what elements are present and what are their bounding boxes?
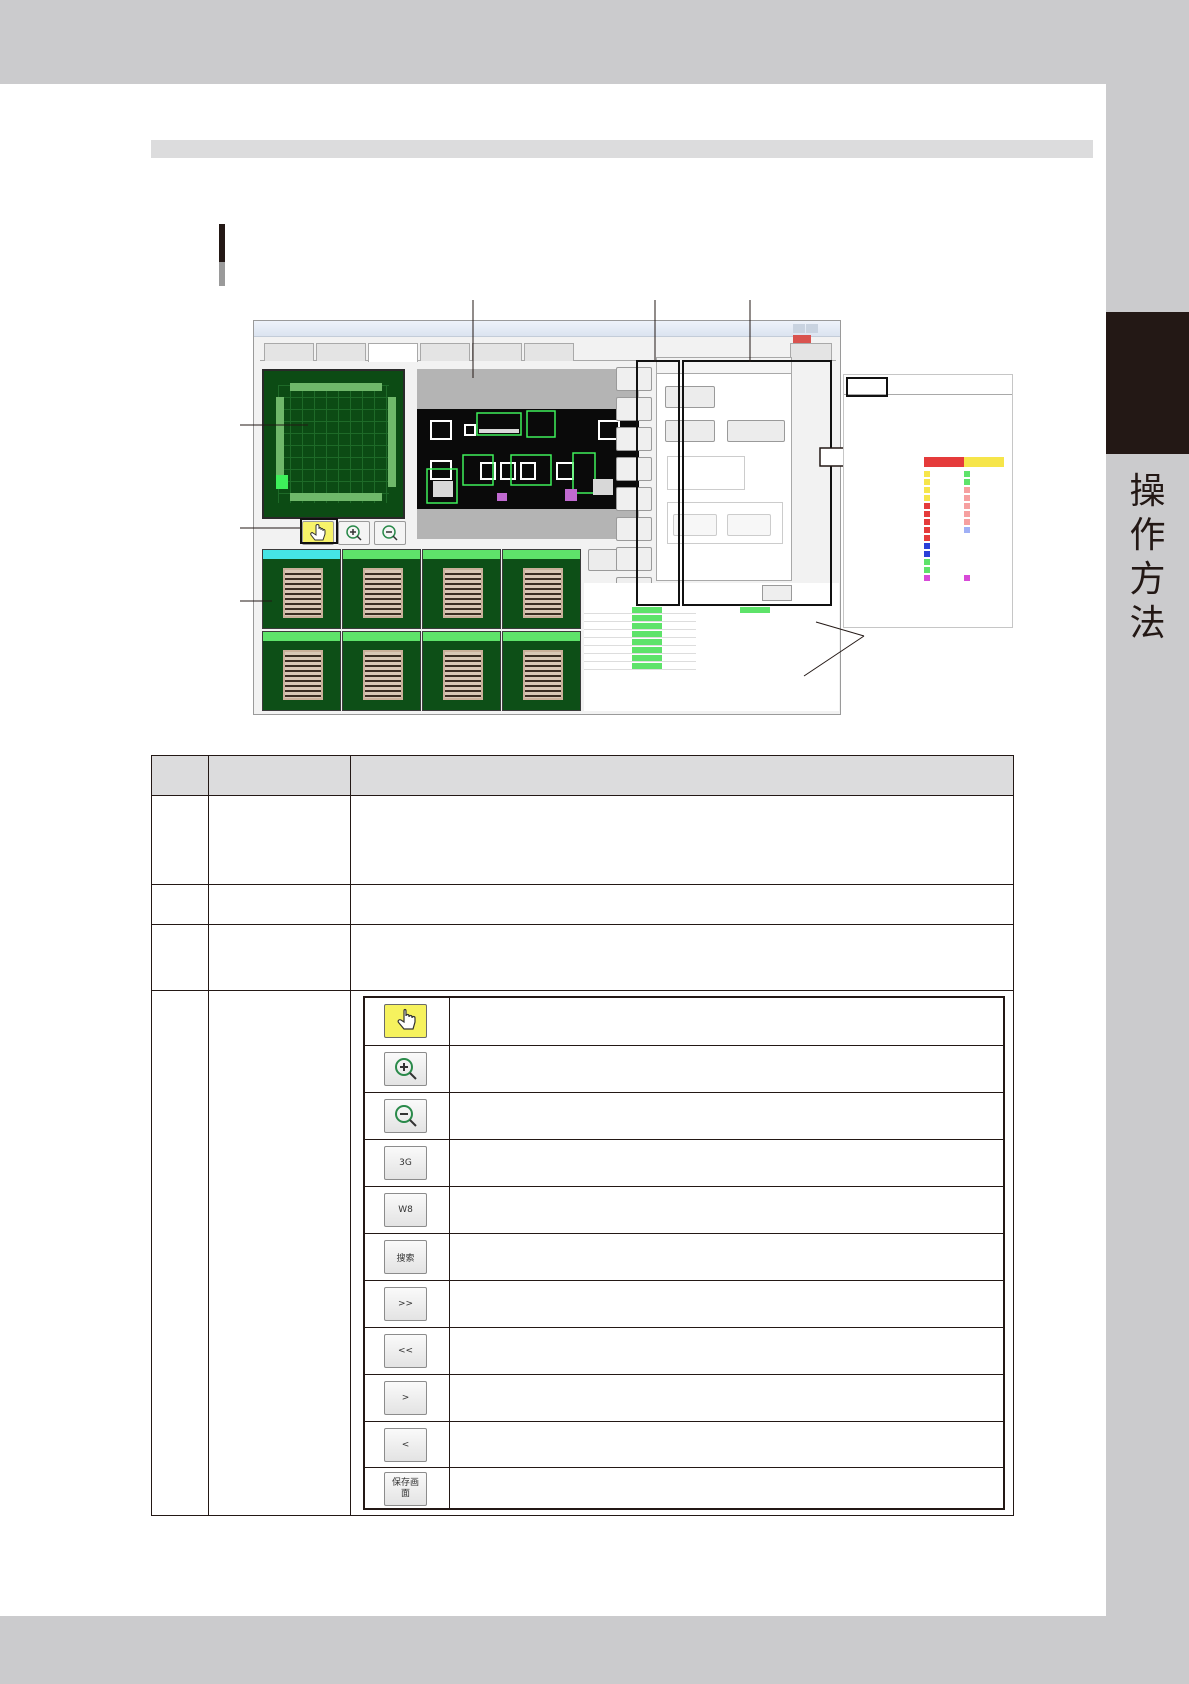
zoom-out-button: [384, 1099, 427, 1133]
defect-thumbnail[interactable]: [342, 549, 421, 629]
result-summary-screenshot: [843, 374, 1013, 628]
chapter-title-char: 法: [1129, 603, 1166, 644]
section-title-bar: [151, 140, 1093, 158]
button-column-highlight: [636, 360, 680, 606]
first-page-button: <<: [384, 1334, 427, 1368]
last-page-button: >>: [384, 1287, 427, 1321]
zoom-out-icon: [382, 525, 398, 541]
result-tab-highlight: [846, 377, 888, 397]
table-header-row: [152, 756, 1013, 796]
defect-thumbnail[interactable]: [422, 549, 501, 629]
pointer-button: [384, 1004, 427, 1038]
search-button: 搜索: [384, 1240, 427, 1274]
chapter-title: 操 作 方 法: [1106, 470, 1189, 646]
defect-thumbnail[interactable]: [502, 631, 581, 711]
list-item: W8: [365, 1187, 1003, 1234]
window-controls: [792, 324, 836, 344]
panel-highlight: [682, 360, 832, 606]
screen-tab: [420, 343, 470, 361]
list-item: 3G: [365, 1140, 1003, 1187]
zoom-in-tool-button[interactable]: [338, 521, 370, 545]
chapter-index-tab: [1106, 312, 1189, 454]
screen-tab: [264, 343, 314, 361]
maximize-icon: [806, 324, 818, 333]
screen-tab: [472, 343, 522, 361]
zoom-out-icon: [394, 1105, 417, 1127]
list-item: >>: [365, 1281, 1003, 1328]
zoom-in-icon: [394, 1058, 417, 1080]
defect-thumbnail[interactable]: [502, 549, 581, 629]
heading-marker: [219, 224, 225, 286]
chapter-title-char: 作: [1129, 515, 1166, 556]
defect-thumbnail[interactable]: [342, 631, 421, 711]
screen-tab: [316, 343, 366, 361]
screen-button[interactable]: [588, 549, 618, 571]
component-detail-image: [417, 369, 639, 539]
chapter-title-char: 方: [1129, 559, 1166, 600]
list-item: <: [365, 1422, 1003, 1468]
3g-button: 3G: [384, 1146, 427, 1180]
page-footer-band: [0, 1616, 1189, 1684]
screen-tab: [524, 343, 574, 361]
previous-page-button: <: [384, 1428, 427, 1462]
screen-tab: [368, 343, 418, 362]
save-screen-button: 保存画面: [384, 1472, 427, 1506]
page-header-band: [0, 0, 1189, 84]
chapter-title-char: 操: [1129, 471, 1166, 512]
pointer-tool-highlight: [300, 518, 338, 544]
board-overview-image: [262, 369, 405, 519]
list-item: [365, 1046, 1003, 1093]
zoom-in-icon: [346, 525, 362, 541]
defect-thumbnail[interactable]: [262, 631, 341, 711]
list-item: 保存画面: [365, 1468, 1003, 1508]
list-item: >: [365, 1375, 1003, 1422]
list-item: 搜索: [365, 1234, 1003, 1281]
button-reference-list: 3G W8 搜索 >> << > < 保存画面: [363, 996, 1005, 1510]
zoom-in-button: [384, 1052, 427, 1086]
w8-button: W8: [384, 1193, 427, 1227]
screen-tab: [790, 343, 832, 361]
hand-pointer-icon: [397, 1008, 416, 1030]
description-table: 3G W8 搜索 >> << > < 保存画面: [151, 755, 1014, 1516]
defect-thumbnail[interactable]: [422, 631, 501, 711]
minimize-icon: [793, 324, 805, 333]
list-item: [365, 998, 1003, 1046]
list-item: <<: [365, 1328, 1003, 1375]
zoom-out-tool-button[interactable]: [374, 521, 406, 545]
defect-thumbnail[interactable]: [262, 549, 341, 629]
list-item: [365, 1093, 1003, 1140]
window-titlebar: [254, 321, 840, 337]
next-page-button: >: [384, 1381, 427, 1415]
save-screen-button-label: 保存画面: [391, 1478, 419, 1499]
